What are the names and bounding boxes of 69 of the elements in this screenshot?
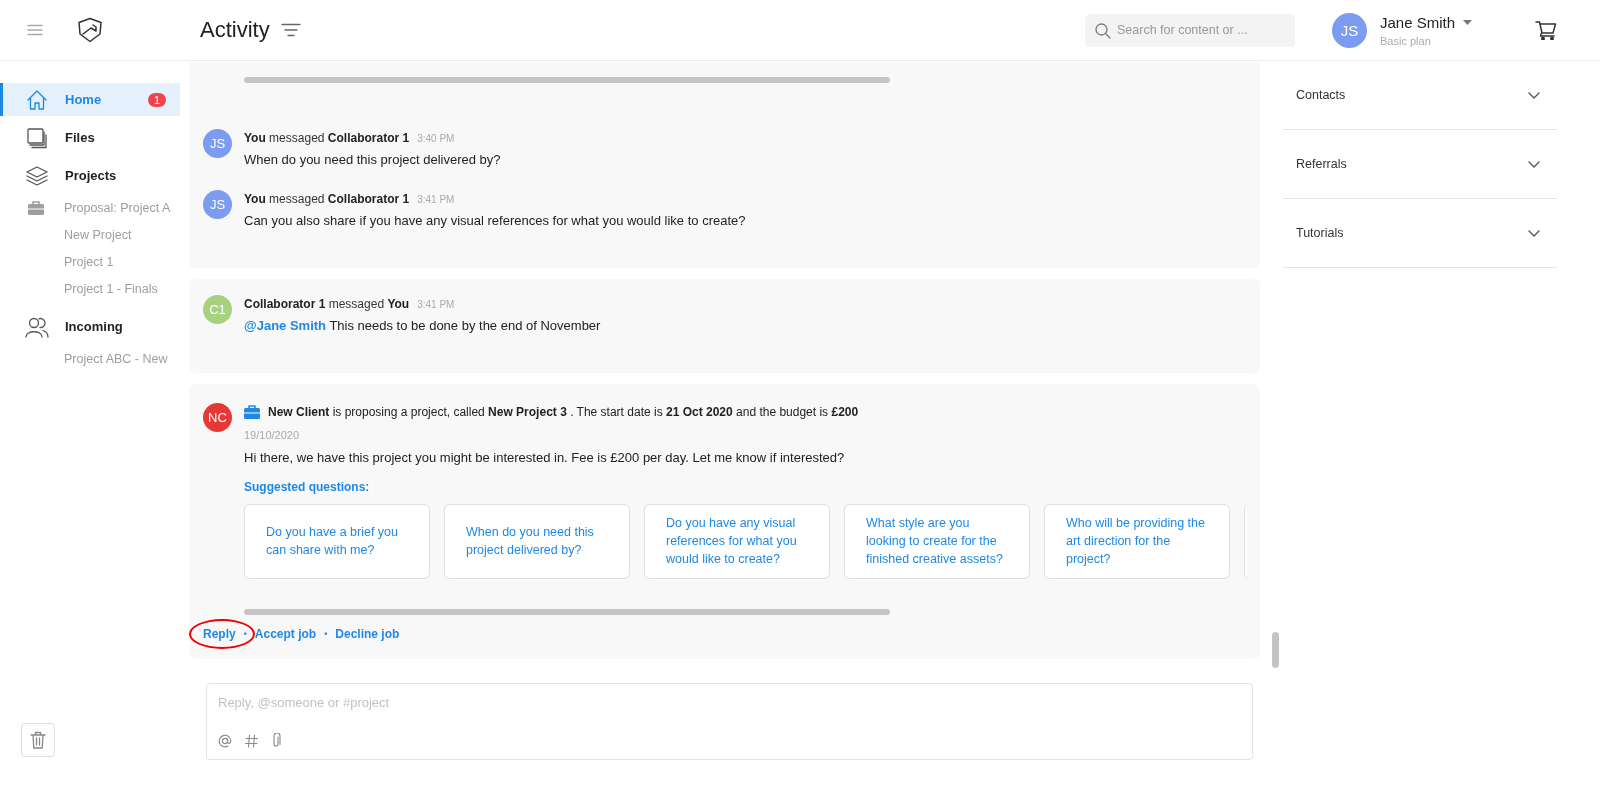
menu-button[interactable]: [27, 24, 43, 36]
sidebar-subitem[interactable]: New Project: [0, 221, 180, 248]
sidebar-subitem[interactable]: Project 1: [0, 248, 180, 275]
avatar: JS: [203, 190, 232, 219]
mention-link[interactable]: @Jane Smith: [244, 318, 327, 333]
avatar: C1: [203, 295, 232, 324]
message-time: 3:41 PM: [417, 193, 455, 207]
sidebar-subitem[interactable]: Project 1 - Finals: [0, 275, 180, 302]
avatar: JS: [203, 129, 232, 158]
horizontal-scrollbar[interactable]: [244, 77, 890, 83]
logo: [77, 17, 103, 43]
horizontal-scrollbar[interactable]: [244, 609, 890, 615]
briefcase-icon: [28, 200, 44, 215]
message-time: 3:40 PM: [417, 132, 455, 146]
suggestion-card[interactable]: When do you need this project delivered by?: [444, 504, 630, 579]
avatar: NC: [203, 403, 232, 432]
filter-button[interactable]: [280, 23, 301, 37]
message-text: @Jane Smith This needs to be done by the end of November: [244, 317, 602, 335]
hash-icon: [245, 733, 258, 748]
search-icon: [1095, 22, 1111, 39]
suggestion-card[interactable]: What style are you looking to create for the finished creative assets?: [844, 504, 1030, 579]
notification-badge: 1: [147, 92, 166, 107]
at-icon: [218, 733, 232, 748]
paperclip-icon: [271, 733, 281, 748]
sidebar-item[interactable]: Incoming: [0, 310, 180, 343]
filter-icon: [280, 23, 301, 37]
home-icon: [26, 88, 48, 111]
trash-icon: [30, 731, 46, 749]
user-name[interactable]: Jane Smith: [1380, 13, 1473, 31]
sidebar-item[interactable]: Home 1: [0, 83, 180, 116]
search-field[interactable]: Search for content or ...: [1085, 13, 1295, 47]
page-title: Activity: [200, 17, 270, 43]
cart-icon: [1535, 20, 1557, 40]
menu-icon: [27, 24, 43, 36]
attach-button[interactable]: [271, 733, 281, 748]
people-icon: [25, 315, 49, 338]
proposal-summary: New Client is proposing a project, called New Project 3 . The start date is 21 Oct 2020 and the budget is £200: [268, 404, 859, 421]
separator-dot: •: [243, 629, 247, 639]
user-avatar: JS: [1332, 12, 1367, 48]
suggestion-card[interactable]: Who will be providing the art direction for the project?: [1044, 504, 1230, 579]
action-link[interactable]: Decline job: [335, 627, 400, 641]
trash-button[interactable]: [21, 723, 55, 757]
caret-icon: [1463, 19, 1473, 25]
scrollbar-thumb[interactable]: [1272, 632, 1279, 668]
message-heading: You messaged Collaborator 1: [244, 130, 410, 147]
hashtag-button[interactable]: [245, 733, 258, 748]
layers-icon: [26, 164, 48, 187]
mention-button[interactable]: [218, 733, 232, 748]
plan-label: Basic plan: [1380, 34, 1432, 47]
separator-dot: •: [324, 629, 328, 639]
proposal-date: 19/10/2020: [244, 429, 301, 441]
message-text: Can you also share if you have any visual references for what you would like to create?: [244, 212, 747, 230]
message-heading: Collaborator 1 messaged You: [244, 296, 410, 313]
suggestion-card[interactable]: Do you have a brief you can share with me?: [244, 504, 430, 579]
briefcase-icon: [244, 405, 260, 419]
message-text: When do you need this project delivered by?: [244, 151, 502, 169]
suggestion-card[interactable]: Do you have any visual references for what you would like to create?: [644, 504, 830, 579]
sidebar-item[interactable]: Projects: [0, 159, 180, 192]
suggested-questions-label: Suggested questions:: [244, 480, 371, 494]
sidebar-subitem[interactable]: Project ABC - New: [0, 345, 180, 372]
sidebar-subitem[interactable]: Proposal: Project A: [0, 194, 180, 221]
action-link[interactable]: Reply: [203, 627, 236, 641]
sidebar-item[interactable]: Files: [0, 121, 180, 154]
cart-button[interactable]: [1535, 20, 1557, 40]
message-time: 3:41 PM: [417, 298, 455, 312]
message-heading: You messaged Collaborator 1: [244, 191, 410, 208]
files-icon: [26, 126, 48, 149]
action-link[interactable]: Accept job: [254, 627, 317, 641]
message-text: Hi there, we have this project you might be interested in. Fee is £200 per day. Let me know if interested?: [244, 449, 846, 467]
